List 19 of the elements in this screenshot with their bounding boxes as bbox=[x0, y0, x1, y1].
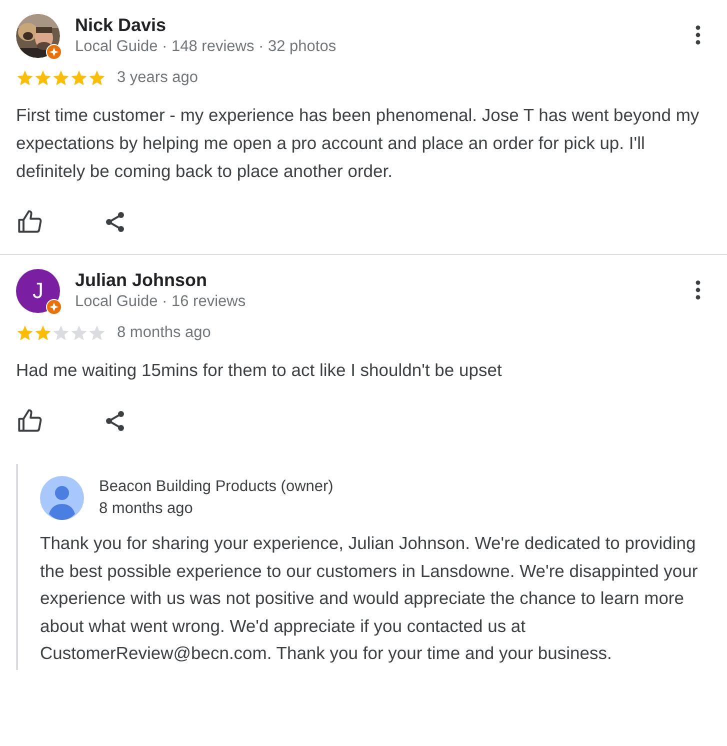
share-icon[interactable] bbox=[103, 210, 127, 234]
author-name[interactable]: Nick Davis bbox=[75, 14, 695, 36]
owner-avatar-icon bbox=[40, 476, 84, 520]
author-details: Local Guide · 16 reviews bbox=[75, 292, 247, 312]
review-time: 3 years ago bbox=[117, 69, 198, 87]
author-details: Local Guide · 148 reviews · 32 photos bbox=[75, 37, 338, 57]
review-text: First time customer - my experience has been phenomenal. Jose T has went beyond my expectations by helping me open a pro account and place an order for pick up. I'll definitely be coming back to place another order. bbox=[16, 104, 700, 183]
author-name[interactable]: Julian Johnson bbox=[75, 269, 695, 291]
more-options-icon[interactable] bbox=[695, 24, 701, 46]
owner-reply-text: Thank you for sharing your experience, Julian Johnson. We're dedicated to providing the best possible experience to our customers in Lansdowne. We're disappinted your experience with us was not positive and would appreciate the chance to learn more about what went wrong. We'd appreciate if you contacted us at CustomerReview@becn.com. Thank you for your time and your business. bbox=[40, 532, 699, 665]
review-time: 8 months ago bbox=[117, 324, 211, 342]
thumbs-up-icon[interactable] bbox=[17, 209, 43, 235]
owner-name: Beacon Building Products (owner) bbox=[99, 477, 334, 497]
avatar: J bbox=[16, 269, 60, 313]
reply-time: 8 months ago bbox=[99, 499, 194, 519]
more-options-icon[interactable] bbox=[695, 279, 701, 301]
thumbs-up-icon[interactable] bbox=[17, 408, 43, 434]
review-text: Had me waiting 15mins for them to act like I shouldn't be upset bbox=[16, 359, 503, 382]
share-icon[interactable] bbox=[103, 409, 127, 433]
